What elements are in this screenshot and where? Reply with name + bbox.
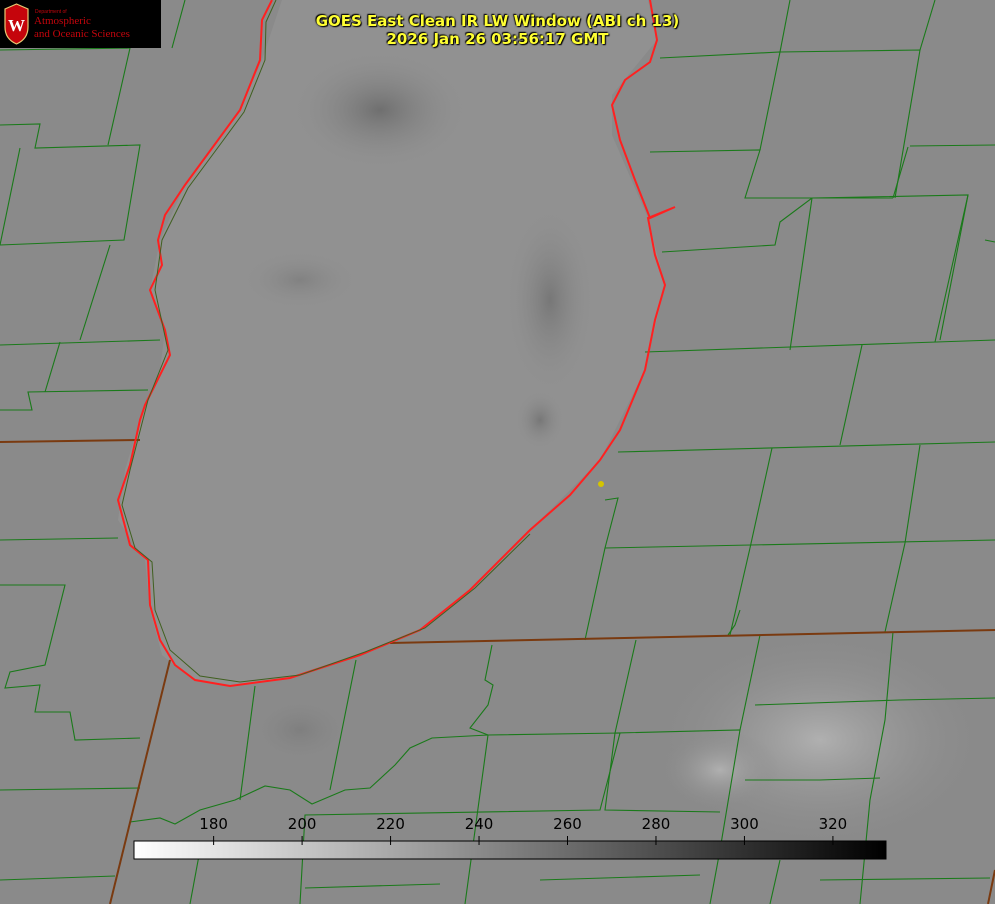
- satellite-map: [0, 0, 995, 904]
- title-product: GOES East Clean IR LW Window (ABI ch 13): [315, 12, 680, 30]
- station-marker: [598, 481, 604, 487]
- title-timestamp: 2026 Jan 26 03:56:17 GMT: [386, 30, 609, 48]
- warm-land-region: [660, 730, 780, 810]
- cloud-cold-top: [515, 390, 565, 450]
- image-title: GOES East Clean IR LW Window (ABI ch 13)…: [0, 12, 995, 48]
- cloud-cold-top: [290, 50, 470, 170]
- colorbar: [133, 840, 887, 860]
- cloud-cold-top: [240, 250, 360, 310]
- cloud-cold-top: [505, 205, 595, 395]
- satellite-viewer: W Department of Atmospheric and Oceanic …: [0, 0, 995, 904]
